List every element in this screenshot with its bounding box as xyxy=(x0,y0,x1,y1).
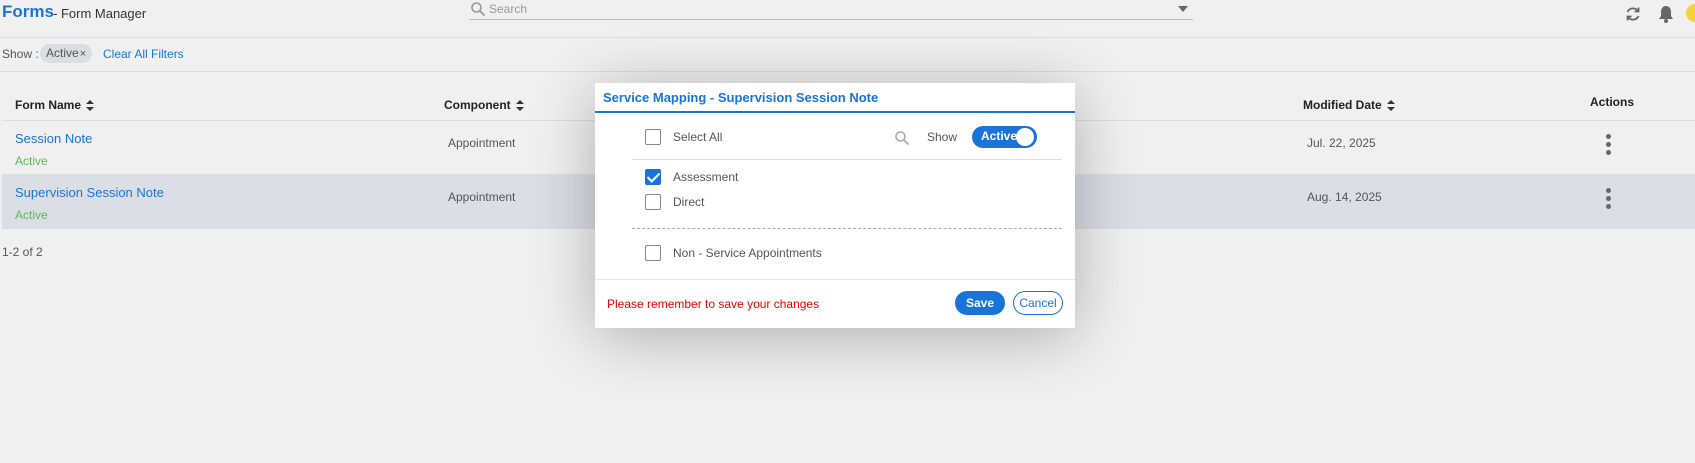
column-label: Modified Date xyxy=(1303,98,1382,112)
search-input[interactable] xyxy=(489,0,1149,17)
sort-icon[interactable] xyxy=(1386,100,1395,112)
search-icon xyxy=(471,2,486,17)
clear-all-filters-link[interactable]: Clear All Filters xyxy=(103,47,184,61)
search-box[interactable] xyxy=(469,0,1193,20)
show-label: Show xyxy=(927,130,958,144)
column-header-form-name[interactable]: Form Name xyxy=(15,98,95,112)
form-name-link[interactable]: Supervision Session Note xyxy=(15,185,164,200)
divider xyxy=(632,159,1062,160)
divider xyxy=(595,279,1075,280)
assessment-checkbox[interactable] xyxy=(645,169,661,185)
app-title[interactable]: Forms xyxy=(2,2,54,22)
refresh-icon[interactable] xyxy=(1623,4,1643,24)
sort-icon[interactable] xyxy=(515,100,524,112)
chevron-down-icon[interactable] xyxy=(1178,6,1188,12)
filter-chip-label: Active xyxy=(46,46,79,60)
column-header-component[interactable]: Component xyxy=(444,98,524,112)
status-text: Active xyxy=(15,208,48,222)
non-service-label: Non - Service Appointments xyxy=(673,246,822,260)
column-label: Actions xyxy=(1590,95,1635,109)
select-all-label: Select All xyxy=(673,130,723,144)
active-toggle[interactable]: Active xyxy=(972,126,1037,148)
component-cell: Appointment xyxy=(448,190,516,204)
toggle-knob xyxy=(1016,128,1034,146)
filter-label: Show : xyxy=(2,47,39,61)
service-mapping-dialog: Service Mapping - Supervision Session No… xyxy=(595,83,1075,328)
status-text: Active xyxy=(15,154,48,168)
modified-date-cell: Jul. 22, 2025 xyxy=(1307,136,1376,150)
avatar[interactable] xyxy=(1686,4,1695,22)
direct-label: Direct xyxy=(673,195,705,209)
component-cell: Appointment xyxy=(448,136,516,150)
dialog-title: Service Mapping - Supervision Session No… xyxy=(603,90,879,105)
dashed-divider xyxy=(632,228,1062,229)
form-name-link[interactable]: Session Note xyxy=(15,131,92,146)
more-vertical-icon[interactable] xyxy=(1602,134,1614,160)
pagination-count: 1-2 of 2 xyxy=(2,245,43,259)
column-header-actions: Actions xyxy=(1590,95,1634,109)
unsaved-warning: Please remember to save your changes xyxy=(607,297,820,311)
column-label: Form Name xyxy=(15,98,82,112)
filter-bar: Show : Active× Clear All Filters xyxy=(0,38,1695,72)
toggle-label: Active xyxy=(981,129,1018,143)
select-all-checkbox[interactable] xyxy=(645,129,661,145)
page-subtitle: - Form Manager xyxy=(53,6,147,21)
column-label: Component xyxy=(444,98,511,112)
sort-icon[interactable] xyxy=(86,100,95,112)
top-bar: Forms - Form Manager xyxy=(0,0,1695,38)
column-header-modified-date[interactable]: Modified Date xyxy=(1303,98,1395,112)
direct-checkbox[interactable] xyxy=(645,194,661,210)
divider xyxy=(595,111,1075,113)
bell-icon[interactable] xyxy=(1656,4,1676,24)
modified-date-cell: Aug. 14, 2025 xyxy=(1307,190,1382,204)
filter-chip-active[interactable]: Active× xyxy=(40,44,93,63)
cancel-button[interactable]: Cancel xyxy=(1013,291,1063,315)
non-service-checkbox[interactable] xyxy=(645,245,661,261)
search-icon[interactable] xyxy=(894,130,910,146)
assessment-label: Assessment xyxy=(673,170,739,184)
more-vertical-icon[interactable] xyxy=(1602,188,1614,214)
save-button[interactable]: Save xyxy=(955,291,1005,315)
close-icon[interactable]: × xyxy=(80,48,86,60)
